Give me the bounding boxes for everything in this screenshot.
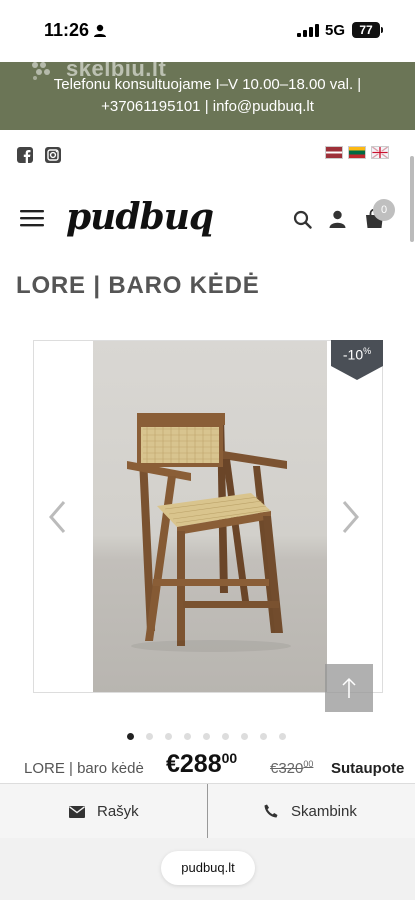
current-price: €28800 xyxy=(166,750,237,779)
gallery-dot[interactable] xyxy=(165,733,172,740)
gallery-dot[interactable] xyxy=(203,733,210,740)
discount-label: -10% xyxy=(331,346,383,363)
cellular-signal-icon xyxy=(297,24,319,37)
old-price: €32000 xyxy=(270,759,313,777)
flag-lt-icon[interactable] xyxy=(348,146,366,159)
product-photo[interactable] xyxy=(93,341,327,692)
gallery-dot[interactable] xyxy=(260,733,267,740)
network-type: 5G xyxy=(325,22,346,39)
price-product-name: LORE | baro kėdė xyxy=(24,760,144,777)
site-logo[interactable]: pudbuq xyxy=(66,196,214,238)
scroll-to-top-button[interactable] xyxy=(325,664,373,712)
page-scrollbar[interactable] xyxy=(410,156,414,242)
discount-value: -10 xyxy=(342,346,364,363)
status-time: 11:26 xyxy=(44,20,90,40)
gallery-dot[interactable] xyxy=(127,733,134,740)
instagram-icon[interactable] xyxy=(45,147,61,163)
browser-url-pill[interactable]: pudbuq.lt xyxy=(161,851,255,885)
arrow-up-icon xyxy=(342,677,356,698)
gallery-dot[interactable] xyxy=(146,733,153,740)
gallery-next-arrow-icon[interactable] xyxy=(342,500,360,534)
page: 11:26 5G 77 Telefonu konsultuojame I–V 1… xyxy=(0,0,415,900)
product-title: LORE | BARO KĖDĖ xyxy=(16,272,260,299)
call-button-label[interactable]: Skambink xyxy=(291,803,357,820)
gallery-dot[interactable] xyxy=(279,733,286,740)
gallery-prev-arrow-icon[interactable] xyxy=(48,500,66,534)
product-gallery[interactable] xyxy=(33,340,383,693)
banner-contacts[interactable]: +37061195101 | info@pudbuq.lt xyxy=(0,96,415,118)
facebook-icon[interactable] xyxy=(17,147,33,163)
phone-icon xyxy=(264,804,278,818)
gallery-dot[interactable] xyxy=(184,733,191,740)
hamburger-menu-icon[interactable] xyxy=(20,210,44,227)
gallery-dot[interactable] xyxy=(222,733,229,740)
person-icon xyxy=(94,24,106,37)
gallery-dot[interactable] xyxy=(241,733,248,740)
watermark-logo-icon xyxy=(32,62,50,80)
old-price-main: €320 xyxy=(270,760,304,777)
envelope-icon xyxy=(69,806,85,818)
flag-en-icon[interactable] xyxy=(371,146,389,159)
user-icon[interactable] xyxy=(329,210,346,228)
current-price-main: €288 xyxy=(166,750,222,778)
write-button-label[interactable]: Rašyk xyxy=(97,803,139,820)
chair-illustration xyxy=(127,413,291,652)
watermark: skelbiu.lt xyxy=(66,56,167,81)
battery-icon: 77 xyxy=(352,22,380,38)
cart-count-badge[interactable]: 0 xyxy=(373,199,395,221)
search-icon[interactable] xyxy=(293,210,312,229)
current-price-cents: 00 xyxy=(221,750,238,766)
action-divider xyxy=(207,784,208,838)
flag-lv-icon[interactable] xyxy=(325,146,343,159)
old-price-cents: 00 xyxy=(303,759,314,769)
discount-unit: % xyxy=(363,346,372,356)
savings-label: Sutaupote xyxy=(331,760,405,777)
